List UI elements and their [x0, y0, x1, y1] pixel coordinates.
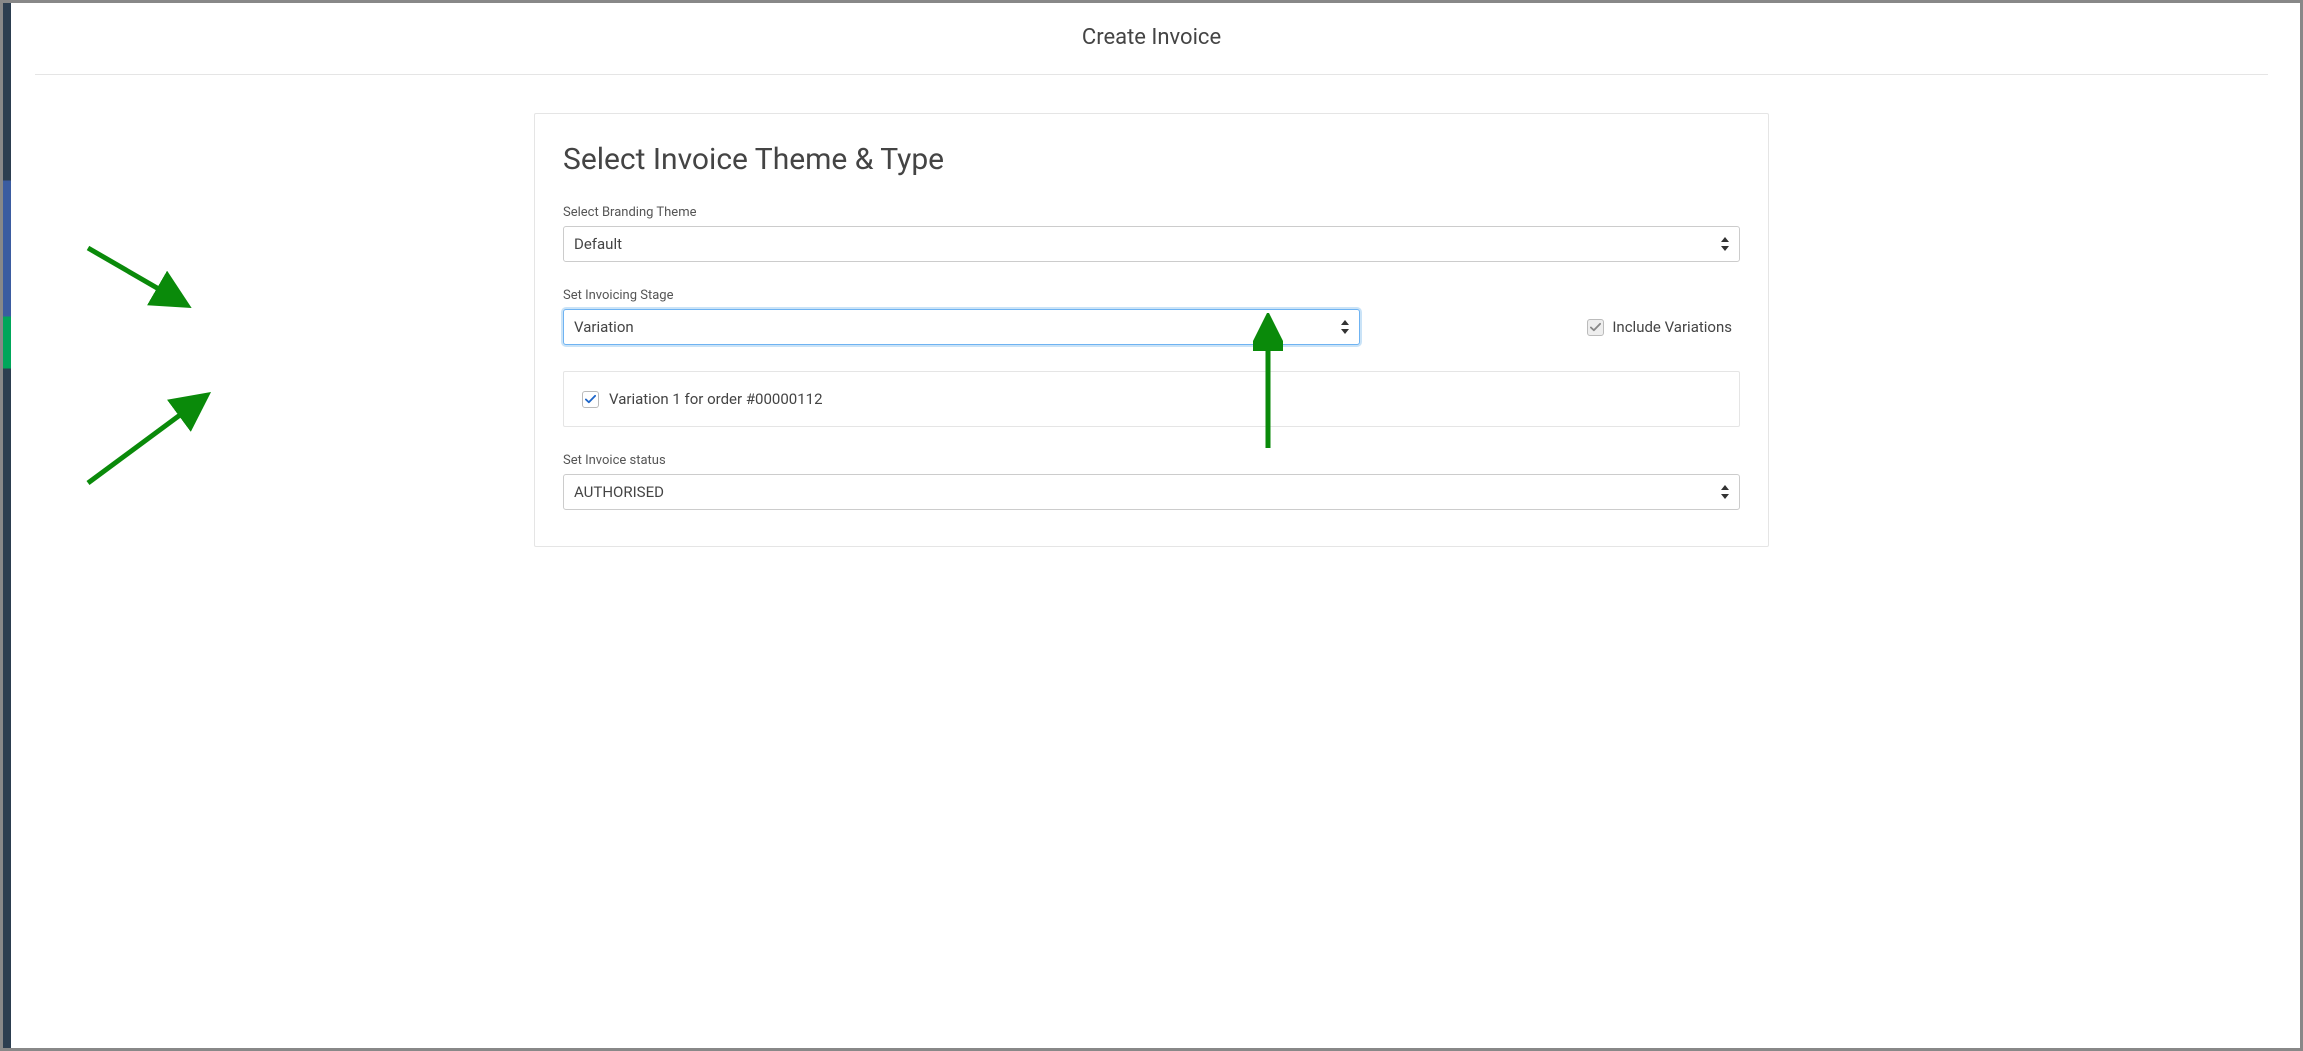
label-include-variations: Include Variations	[1612, 318, 1732, 336]
page-title: Create Invoice	[35, 3, 2268, 75]
select-invoicing-stage-value: Variation	[574, 318, 634, 336]
group-branding-theme: Select Branding Theme Default	[563, 205, 1740, 262]
checkbox-variation-item[interactable]	[582, 391, 599, 408]
left-edge-accent	[3, 3, 11, 1048]
select-branding-theme-value: Default	[574, 235, 622, 253]
label-invoice-status: Set Invoice status	[563, 453, 1740, 468]
label-invoicing-stage: Set Invoicing Stage	[563, 288, 1740, 303]
select-invoice-status-wrap: AUTHORISED	[563, 474, 1740, 510]
group-invoicing-stage: Set Invoicing Stage Variation Include Va…	[563, 288, 1740, 345]
select-invoice-status[interactable]: AUTHORISED	[563, 474, 1740, 510]
group-variations-list: Variation 1 for order #00000112	[563, 371, 1740, 427]
select-branding-theme-wrap: Default	[563, 226, 1740, 262]
select-invoicing-stage-wrap: Variation	[563, 309, 1360, 345]
label-branding-theme: Select Branding Theme	[563, 205, 1740, 220]
checkbox-include-variations[interactable]	[1587, 319, 1604, 336]
card-title: Select Invoice Theme & Type	[563, 142, 1740, 177]
include-variations-wrap: Include Variations	[1587, 318, 1740, 336]
group-invoice-status: Set Invoice status AUTHORISED	[563, 453, 1740, 510]
variation-item-label: Variation 1 for order #00000112	[609, 390, 823, 408]
variations-box: Variation 1 for order #00000112	[563, 371, 1740, 427]
annotation-arrow	[83, 383, 223, 493]
modal-shell: Create Invoice Select Invoice Theme & Ty…	[0, 0, 2303, 1051]
select-branding-theme[interactable]: Default	[563, 226, 1740, 262]
row-stage-include: Variation Include Variations	[563, 309, 1740, 345]
select-invoicing-stage[interactable]: Variation	[563, 309, 1360, 345]
annotation-arrow	[83, 243, 203, 323]
select-invoice-status-value: AUTHORISED	[574, 483, 664, 501]
form-card: Select Invoice Theme & Type Select Brand…	[534, 113, 1769, 547]
